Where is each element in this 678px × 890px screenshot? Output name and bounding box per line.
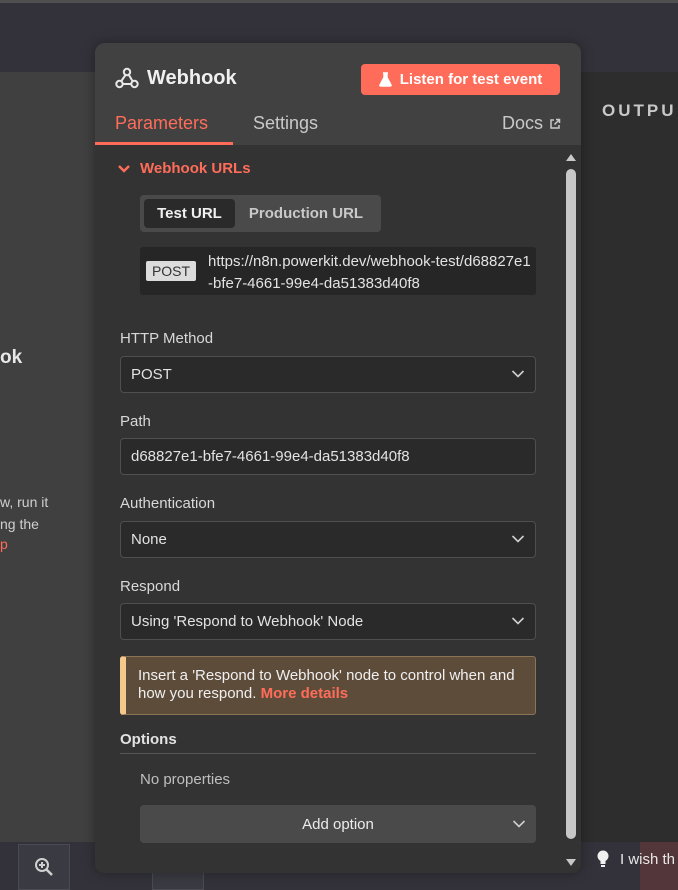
scroll-up-icon[interactable] [564, 151, 578, 163]
docs-link[interactable]: Docs [502, 113, 561, 134]
chevron-down-icon [118, 164, 130, 173]
external-link-icon [550, 118, 561, 129]
input-panel-text-line-2: ng the [0, 516, 39, 532]
input-panel-text: w, run it ng the [0, 491, 60, 535]
chevron-down-icon [511, 370, 525, 378]
feedback-hint[interactable]: I wish th [596, 850, 675, 868]
chevron-down-icon [511, 617, 525, 625]
output-panel-title: OUTPU [602, 101, 677, 120]
http-method-label: HTTP Method [120, 330, 214, 347]
test-url-option[interactable]: Test URL [144, 199, 235, 228]
feedback-hint-text: I wish th [620, 850, 676, 868]
input-panel-text-line-1: w, run it [0, 494, 49, 510]
flask-icon [378, 72, 392, 87]
http-method-select[interactable]: POST [120, 356, 536, 393]
path-input[interactable]: d68827e1-bfe7-4661-99e4-da51383d40f8 [120, 438, 536, 475]
production-url-option[interactable]: Production URL [235, 199, 377, 228]
output-panel [580, 72, 678, 842]
modal-tabs: Parameters Settings Docs [95, 109, 581, 145]
add-option-label: Add option [302, 815, 374, 833]
respond-notice: Insert a 'Respond to Webhook' node to co… [120, 656, 536, 715]
input-panel-title: ok [0, 347, 23, 368]
node-details-modal: Webhook Listen for test event Parameters… [95, 43, 581, 873]
more-details-link[interactable]: More details [261, 685, 349, 702]
tab-parameters[interactable]: Parameters [115, 113, 208, 134]
authentication-select[interactable]: None [120, 521, 536, 558]
zoom-in-button[interactable] [18, 844, 70, 890]
listen-button-label: Listen for test event [399, 71, 543, 88]
options-title: Options [120, 731, 177, 748]
chevron-down-icon [511, 535, 525, 543]
zoom-in-icon [35, 858, 53, 876]
path-value: d68827e1-bfe7-4661-99e4-da51383d40f8 [131, 448, 410, 465]
options-divider [120, 753, 536, 754]
node-title: Webhook [147, 67, 237, 89]
listen-for-test-event-button[interactable]: Listen for test event [361, 64, 560, 95]
webhook-url-box[interactable]: POST https://n8n.powerkit.dev/webhook-te… [140, 247, 536, 295]
lightbulb-icon [597, 850, 609, 867]
webhook-urls-toggle[interactable]: Webhook URLs [118, 160, 251, 177]
respond-value: Using 'Respond to Webhook' Node [131, 613, 364, 630]
chevron-down-icon [512, 820, 526, 828]
add-option-button[interactable]: Add option [140, 805, 536, 843]
path-label: Path [120, 413, 151, 430]
authentication-label: Authentication [120, 495, 216, 512]
docs-label: Docs [501, 113, 543, 133]
scroll-thumb[interactable] [566, 169, 576, 839]
respond-select[interactable]: Using 'Respond to Webhook' Node [120, 603, 536, 640]
webhook-icon [115, 67, 139, 89]
http-method-value: POST [131, 366, 172, 383]
respond-label: Respond [120, 578, 181, 595]
no-properties-text: No properties [140, 771, 231, 788]
modal-header: Webhook Listen for test event Parameters… [95, 43, 581, 145]
webhook-url: https://n8n.powerkit.dev/webhook-test/d6… [208, 253, 531, 292]
parameters-scrollbar[interactable] [563, 149, 579, 871]
http-method-tag: POST [146, 261, 196, 281]
url-type-switch: Test URL Production URL [140, 195, 381, 232]
webhook-urls-label: Webhook URLs [140, 160, 251, 177]
tab-settings[interactable]: Settings [253, 113, 318, 134]
input-panel-link[interactable]: p [0, 536, 8, 552]
authentication-value: None [131, 531, 167, 548]
scroll-down-icon[interactable] [564, 857, 578, 869]
input-panel [0, 72, 96, 842]
